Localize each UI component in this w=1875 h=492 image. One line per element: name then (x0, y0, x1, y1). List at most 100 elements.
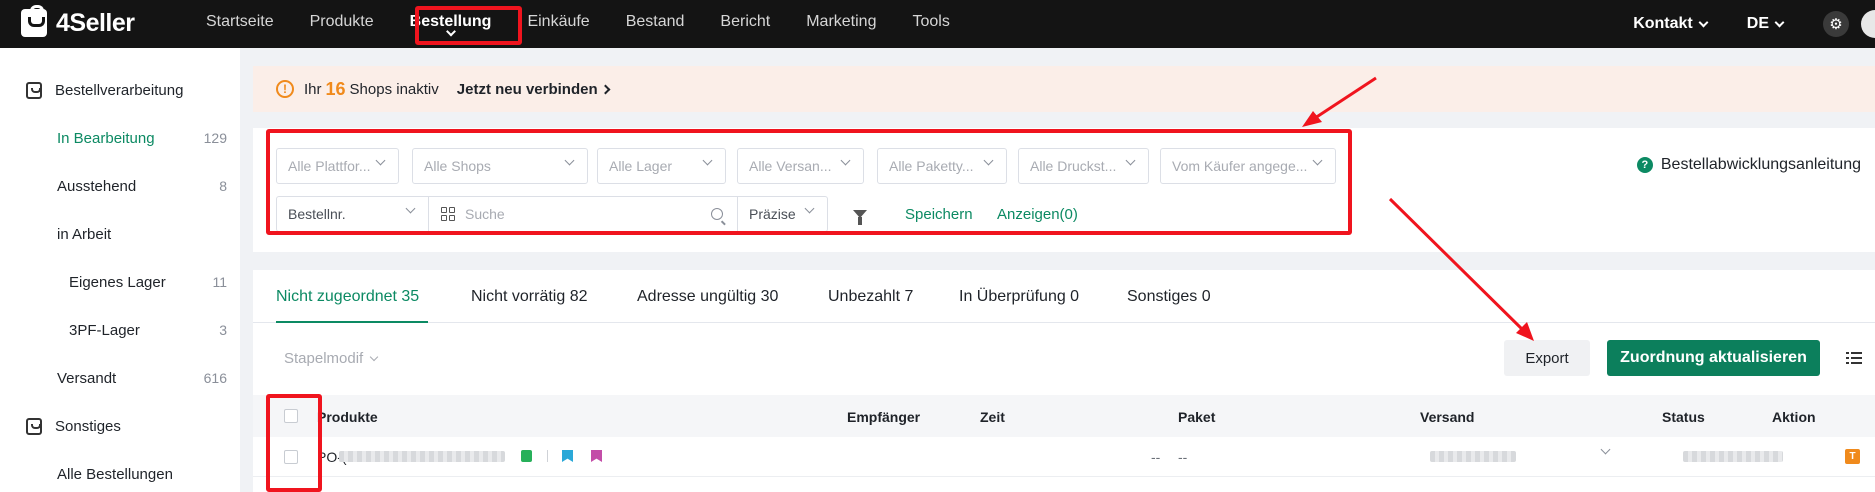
warehouse-select-value: Alle Lager (609, 158, 673, 174)
order-search-input[interactable]: Suche (428, 196, 738, 232)
sidebar-item-in-bearbeitung[interactable]: In Bearbeitung 129 (57, 130, 227, 147)
show-filters-link[interactable]: Anzeigen(0) (997, 206, 1078, 223)
column-header-empfaenger: Empfänger (847, 409, 921, 425)
language-dropdown[interactable]: DE (1747, 15, 1785, 33)
column-header-status: Status (1662, 409, 1705, 425)
sidebar-group-label: Sonstiges (55, 418, 121, 435)
sidebar-group-sonstiges[interactable]: Sonstiges (26, 418, 121, 435)
sidebar-item-ausstehend[interactable]: Ausstehend 8 (57, 178, 227, 195)
chevron-right-icon (600, 84, 611, 94)
bag-icon (26, 418, 42, 435)
nav-item-tools[interactable]: Tools (912, 0, 949, 48)
order-status-tabs: Nicht zugeordnet 35 Nicht vorrätig 82 Ad… (253, 270, 1875, 323)
app-logo[interactable]: 4Seller (21, 5, 135, 40)
top-navigation-bar: 4Seller Startseite Produkte Bestellung E… (0, 0, 1875, 48)
column-settings-icon[interactable] (1846, 352, 1862, 364)
export-button[interactable]: Export (1504, 340, 1590, 376)
platform-select[interactable]: Alle Plattfor... (276, 148, 399, 184)
sidebar-item-count: 616 (203, 370, 227, 386)
chevron-down-icon (405, 203, 416, 214)
sidebar-item-in-arbeit[interactable]: in Arbeit (57, 226, 227, 243)
nav-item-bestand[interactable]: Bestand (626, 0, 685, 48)
chevron-down-icon (983, 155, 994, 166)
sidebar-item-eigenes-lager[interactable]: Eigenes Lager 11 (69, 274, 227, 291)
sidebar-item-versandt[interactable]: Versandt 616 (57, 370, 227, 387)
order-guide-label: Bestellabwicklungsanleitung (1660, 156, 1861, 173)
nav-item-produkte[interactable]: Produkte (310, 0, 374, 48)
sidebar-group-bestellverarbeitung[interactable]: Bestellverarbeitung (26, 82, 183, 99)
chevron-down-icon (375, 155, 386, 166)
tab-nicht-zugeordnet[interactable]: Nicht zugeordnet 35 (276, 288, 419, 306)
warehouse-select[interactable]: Alle Lager (597, 148, 726, 184)
contact-dropdown[interactable]: Kontakt (1633, 15, 1709, 33)
save-filter-link[interactable]: Speichern (905, 206, 973, 223)
tab-adresse-ungueltig[interactable]: Adresse ungültig 30 (637, 288, 778, 306)
bookmark-icon[interactable] (562, 450, 573, 462)
tab-nicht-vorraetig[interactable]: Nicht vorrätig 82 (471, 288, 588, 306)
nav-item-bestellung[interactable]: Bestellung (410, 0, 491, 48)
shops-select-value: Alle Shops (424, 158, 491, 174)
sidebar-item-label: 3PF-Lager (69, 322, 140, 339)
message-icon[interactable] (521, 450, 532, 462)
bag-logo-icon (21, 5, 47, 37)
nav-right-area: Kontakt DE ⚙ (1633, 0, 1875, 48)
redacted-order-number (339, 451, 505, 462)
banner-suffix: Shops inaktiv (349, 80, 439, 98)
sidebar-item-label: In Bearbeitung (57, 130, 155, 147)
print-status-select[interactable]: Alle Druckst... (1018, 148, 1149, 184)
avatar[interactable] (1861, 10, 1875, 38)
package-type-select[interactable]: Alle Paketty... (877, 148, 1007, 184)
nav-item-startseite[interactable]: Startseite (206, 0, 274, 48)
tab-sonstiges[interactable]: Sonstiges 0 (1127, 288, 1211, 306)
contact-label: Kontakt (1633, 15, 1693, 32)
column-header-aktion: Aktion (1772, 409, 1816, 425)
reconnect-link[interactable]: Jetzt neu verbinden (457, 81, 611, 98)
select-all-checkbox[interactable] (284, 409, 298, 423)
nav-item-marketing[interactable]: Marketing (806, 0, 876, 48)
column-header-zeit: Zeit (980, 409, 1005, 425)
gear-icon[interactable]: ⚙ (1823, 11, 1849, 37)
shipping-select-value: Alle Versan... (749, 158, 832, 174)
sidebar-group-label: Bestellverarbeitung (55, 82, 184, 99)
sidebar-item-count: 8 (219, 178, 227, 194)
match-mode-select[interactable]: Präzise (737, 196, 828, 232)
chevron-down-icon (1312, 155, 1323, 166)
table-row[interactable]: PO-( -- -- T (253, 437, 1875, 477)
chevron-down-icon (840, 155, 851, 166)
chevron-down-icon[interactable] (1600, 444, 1611, 455)
active-tab-indicator (276, 321, 428, 323)
filter-funnel-icon[interactable] (853, 210, 867, 225)
sidebar-item-3pf-lager[interactable]: 3PF-Lager 3 (69, 322, 227, 339)
annotation-arrowhead (1302, 111, 1322, 127)
chevron-down-icon (564, 155, 575, 166)
nav-item-einkaeufe[interactable]: Einkäufe (527, 0, 589, 48)
row-checkbox[interactable] (284, 450, 298, 464)
sidebar-item-label: Ausstehend (57, 178, 137, 195)
scan-icon[interactable] (441, 207, 455, 221)
search-icon[interactable] (711, 208, 723, 220)
shops-select[interactable]: Alle Shops (412, 148, 588, 184)
order-guide-link[interactable]: ? Bestellabwicklungsanleitung (1636, 156, 1861, 174)
update-mapping-button[interactable]: Zuordnung aktualisieren (1607, 340, 1820, 376)
main-nav: Startseite Produkte Bestellung Einkäufe … (206, 0, 986, 48)
column-header-paket: Paket (1178, 409, 1216, 425)
sidebar-item-label: Eigenes Lager (69, 274, 166, 291)
order-number-select[interactable]: Bestellnr. (276, 196, 429, 232)
sidebar-item-count: 3 (219, 322, 227, 338)
sidebar-item-alle-bestellungen[interactable]: Alle Bestellungen (57, 466, 227, 483)
shipping-select[interactable]: Alle Versan... (737, 148, 864, 184)
nav-item-bericht[interactable]: Bericht (720, 0, 770, 48)
chevron-down-icon (1125, 155, 1136, 166)
match-mode-select-value: Präzise (749, 206, 796, 222)
bulk-edit-label: Stapelmodif (284, 350, 364, 367)
platform-select-value: Alle Plattfor... (288, 158, 371, 174)
sidebar-item-count: 129 (203, 130, 227, 146)
tab-in-ueberpruefung[interactable]: In Überprüfung 0 (959, 288, 1079, 306)
inactive-shops-banner: ! Ihr 16 Shops inaktiv Jetzt neu verbind… (253, 66, 1875, 112)
buyer-specified-select[interactable]: Vom Käufer angege... (1160, 148, 1336, 184)
order-number-select-value: Bestellnr. (288, 206, 346, 222)
tab-unbezahlt[interactable]: Unbezahlt 7 (828, 288, 913, 306)
order-search-placeholder: Suche (465, 206, 505, 222)
bulk-edit-dropdown[interactable]: Stapelmodif (284, 350, 379, 367)
bookmark-icon[interactable] (591, 450, 602, 462)
